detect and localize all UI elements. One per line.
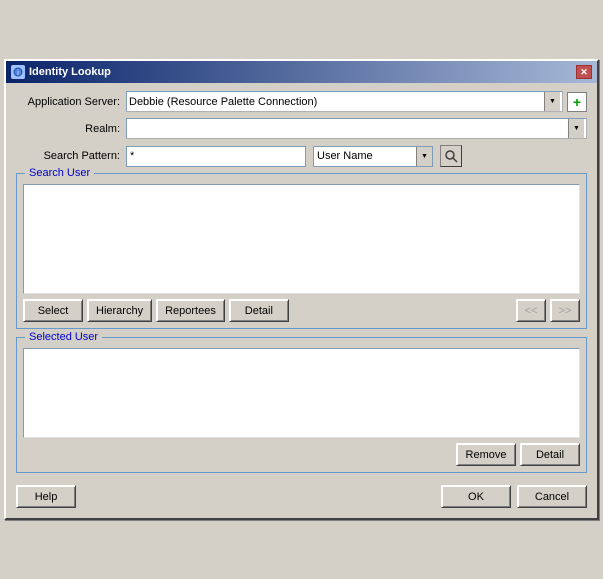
bottom-buttons: Help OK Cancel xyxy=(16,481,587,510)
window-icon: i xyxy=(11,65,25,79)
selected-detail-button[interactable]: Detail xyxy=(520,443,580,466)
realm-row: Realm: xyxy=(16,118,587,139)
search-button[interactable] xyxy=(440,145,462,167)
search-type-dropdown-arrow[interactable] xyxy=(416,147,432,166)
reportees-button[interactable]: Reportees xyxy=(156,299,225,322)
search-type-value: User Name xyxy=(314,150,416,162)
search-type-combo[interactable]: User Name xyxy=(313,146,433,167)
search-icon xyxy=(444,149,458,163)
identity-lookup-window: i Identity Lookup ✕ Application Server: … xyxy=(4,59,599,520)
title-bar-left: i Identity Lookup xyxy=(11,65,111,79)
detail-button[interactable]: Detail xyxy=(229,299,289,322)
app-server-combo[interactable]: Debbie (Resource Palette Connection) xyxy=(126,91,563,112)
ok-button[interactable]: OK xyxy=(441,485,511,508)
app-server-row: Application Server: Debbie (Resource Pal… xyxy=(16,91,587,112)
search-user-listbox[interactable] xyxy=(23,184,580,294)
search-pattern-label: Search Pattern: xyxy=(16,150,126,162)
app-server-field: Debbie (Resource Palette Connection) + xyxy=(126,91,587,112)
app-server-label: Application Server: xyxy=(16,96,126,108)
bottom-right-buttons: OK Cancel xyxy=(441,485,587,508)
window-title: Identity Lookup xyxy=(29,66,111,78)
search-user-section: Search User Select Hierarchy Reportees D… xyxy=(16,173,587,329)
selected-user-buttons: Remove Detail xyxy=(23,443,580,466)
close-button[interactable]: ✕ xyxy=(576,65,592,79)
add-server-button[interactable]: + xyxy=(567,92,587,112)
app-server-dropdown-arrow[interactable] xyxy=(544,92,560,111)
remove-button[interactable]: Remove xyxy=(456,443,516,466)
search-pattern-field: User Name xyxy=(126,145,587,167)
prev-button[interactable]: << xyxy=(516,299,546,322)
cancel-button[interactable]: Cancel xyxy=(517,485,587,508)
selected-user-label: Selected User xyxy=(25,331,102,343)
selected-user-section: Selected User Remove Detail xyxy=(16,337,587,473)
realm-field xyxy=(126,118,587,139)
select-button[interactable]: Select xyxy=(23,299,83,322)
help-button[interactable]: Help xyxy=(16,485,76,508)
title-bar: i Identity Lookup ✕ xyxy=(6,61,597,83)
search-pattern-input[interactable] xyxy=(126,146,306,167)
hierarchy-button[interactable]: Hierarchy xyxy=(87,299,152,322)
realm-dropdown-arrow[interactable] xyxy=(568,119,584,138)
search-user-label: Search User xyxy=(25,167,94,179)
next-button[interactable]: >> xyxy=(550,299,580,322)
realm-label: Realm: xyxy=(16,123,126,135)
search-user-buttons: Select Hierarchy Reportees Detail << >> xyxy=(23,299,580,322)
search-pattern-row: Search Pattern: User Name xyxy=(16,145,587,167)
selected-user-listbox[interactable] xyxy=(23,348,580,438)
app-server-value: Debbie (Resource Palette Connection) xyxy=(129,96,544,108)
realm-combo[interactable] xyxy=(126,118,587,139)
content-area: Application Server: Debbie (Resource Pal… xyxy=(6,83,597,518)
